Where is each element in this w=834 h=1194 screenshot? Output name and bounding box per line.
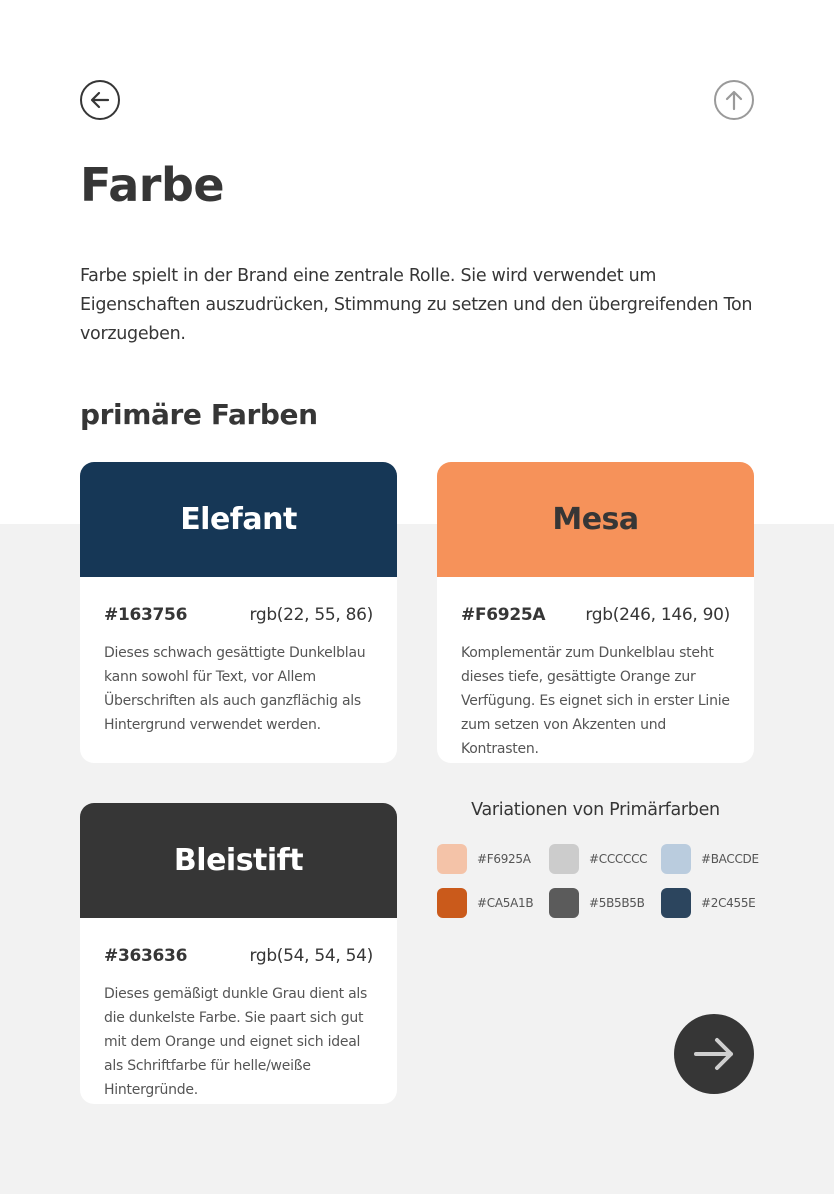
next-button[interactable] (674, 1014, 754, 1094)
swatch-label: #2C455E (701, 896, 756, 910)
intro-text: Farbe spielt in der Brand eine zentrale … (80, 266, 753, 344)
arrow-right-icon (694, 1038, 733, 1070)
swatch-item: #BACCDE (661, 844, 773, 874)
variations-title: Variationen von Primärfarben (471, 800, 720, 820)
color-name: Bleistift (173, 843, 304, 878)
swatch-item: #5B5B5B (549, 888, 661, 918)
color-description: Dieses schwach gesättigte Dunkelblau kan… (104, 645, 366, 733)
color-swatch (661, 844, 691, 874)
color-swatch (549, 844, 579, 874)
swatch-label: #5B5B5B (589, 896, 645, 910)
swatch-item: #CA5A1B (437, 888, 549, 918)
arrow-up-circle-icon (725, 90, 743, 111)
swatch-item: #F6925A (437, 844, 549, 874)
rgb-code: rgb(246, 146, 90) (585, 605, 730, 625)
section-title: primäre Farben (80, 398, 318, 431)
color-card-header: Bleistift (80, 803, 397, 918)
color-card-mesa: Mesa #F6925A rgb(246, 146, 90) Komplemen… (437, 462, 754, 763)
swatch-label: #BACCDE (701, 852, 759, 866)
swatch-label: #CCCCCC (589, 852, 648, 866)
swatch-label: #CA5A1B (477, 896, 534, 910)
color-swatch (661, 888, 691, 918)
hex-code: #363636 (104, 946, 188, 966)
color-swatch (437, 844, 467, 874)
hex-code: #F6925A (461, 605, 546, 625)
swatch-item: #CCCCCC (549, 844, 661, 874)
arrow-left-circle-icon (90, 91, 110, 109)
color-swatch (549, 888, 579, 918)
rgb-code: rgb(22, 55, 86) (249, 605, 373, 625)
color-description: Komplementär zum Dunkelblau steht dieses… (461, 645, 730, 757)
page-title: Farbe (80, 158, 225, 212)
color-card-bleistift: Bleistift #363636 rgb(54, 54, 54) Dieses… (80, 803, 397, 1104)
color-variations: Variationen von Primärfarben #F6925A #CC… (437, 800, 759, 918)
color-swatch (437, 888, 467, 918)
rgb-code: rgb(54, 54, 54) (249, 946, 373, 966)
back-button[interactable] (80, 80, 120, 120)
swatch-label: #F6925A (477, 852, 531, 866)
color-card-header: Elefant (80, 462, 397, 577)
color-description: Dieses gemäßigt dunkle Grau dient als di… (104, 986, 368, 1098)
swatch-item: #2C455E (661, 888, 773, 918)
variations-grid: #F6925A #CCCCCC #BACCDE #CA5A1B #5B5B5B … (437, 844, 777, 918)
color-card-header: Mesa (437, 462, 754, 577)
color-name: Elefant (180, 502, 297, 537)
scroll-up-button[interactable] (714, 80, 754, 120)
color-name: Mesa (552, 502, 639, 537)
hex-code: #163756 (104, 605, 188, 625)
color-card-elefant: Elefant #163756 rgb(22, 55, 86) Dieses s… (80, 462, 397, 763)
